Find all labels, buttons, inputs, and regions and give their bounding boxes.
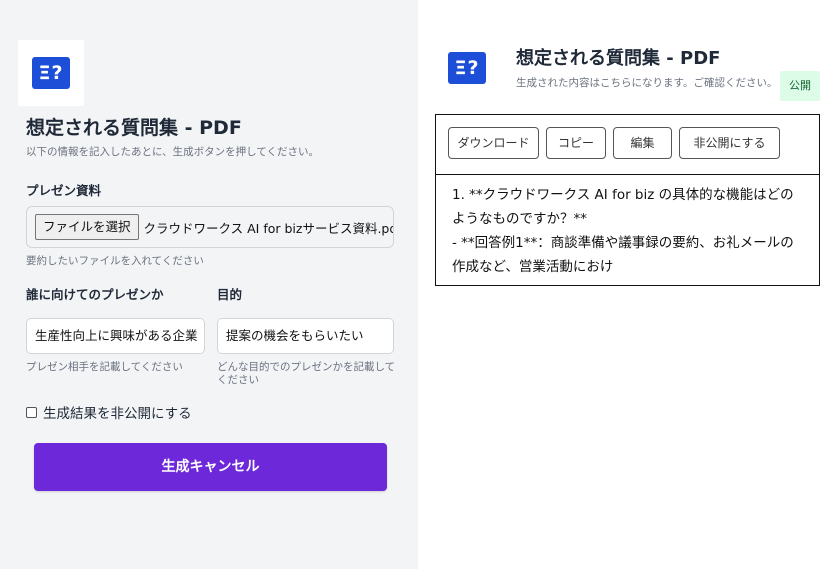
copy-button[interactable]: コピー [546,127,606,159]
download-button[interactable]: ダウンロード [448,127,539,159]
private-toggle[interactable]: 生成結果を非公開にする [26,402,192,422]
edit-button[interactable]: 編集 [613,127,672,159]
file-input[interactable]: ファイルを選択 クラウドワークス AI for bizサービス資料.pdf [26,206,394,248]
private-checkbox-label: 生成結果を非公開にする [43,406,192,422]
audience-help-text: プレゼン相手を記載してください [26,361,183,373]
result-toolbar: ダウンロード コピー 編集 非公開にする [436,115,819,175]
cancel-generation-button[interactable]: 生成キャンセル [34,443,387,491]
file-help-text: 要約したいファイルを入れてください [26,255,204,267]
audience-input[interactable]: 生産性向上に興味がある企業 [26,318,205,354]
form-subtitle: 以下の情報を記入したあとに、生成ボタンを押してください。 [26,146,320,158]
private-checkbox[interactable] [26,406,37,418]
app-logo: Ξ? [18,40,84,106]
selected-file-name: クラウドワークス AI for bizサービス資料.pdf [143,220,393,236]
generation-form-panel: Ξ? 想定される質問集 - PDF 以下の情報を記入したあとに、生成ボタンを押し… [0,0,418,569]
result-line-question: 1. **クラウドワークス AI for biz の具体的な機能はどのようなもの… [452,187,794,227]
question-icon: Ξ? [32,57,70,89]
result-question-icon: Ξ? [448,52,486,84]
result-subtitle: 生成された内容はこちらになります。ご確認ください。 [516,77,778,89]
result-title: 想定される質問集 - PDF [516,48,721,69]
presentation-file-label: プレゼン資料 [26,183,102,198]
purpose-help-text: どんな目的でのプレゼンかを記載してください [217,361,396,386]
choose-file-button[interactable]: ファイルを選択 [35,214,139,240]
make-private-button[interactable]: 非公開にする [679,127,780,159]
result-line-answer: - **回答例1**：商談準備や議事録の要約、お礼メールの作成など、営業活動にお… [452,235,794,275]
public-status-badge: 公開 [780,71,820,101]
form-title: 想定される質問集 - PDF [26,117,242,139]
purpose-input[interactable]: 提案の機会をもらいたい [217,318,394,354]
purpose-label: 目的 [217,287,243,302]
audience-label: 誰に向けてのプレゼンか [26,287,164,302]
result-box: ダウンロード コピー 編集 非公開にする 1. **クラウドワークス AI fo… [435,114,820,286]
result-content: 1. **クラウドワークス AI for biz の具体的な機能はどのようなもの… [452,183,807,279]
